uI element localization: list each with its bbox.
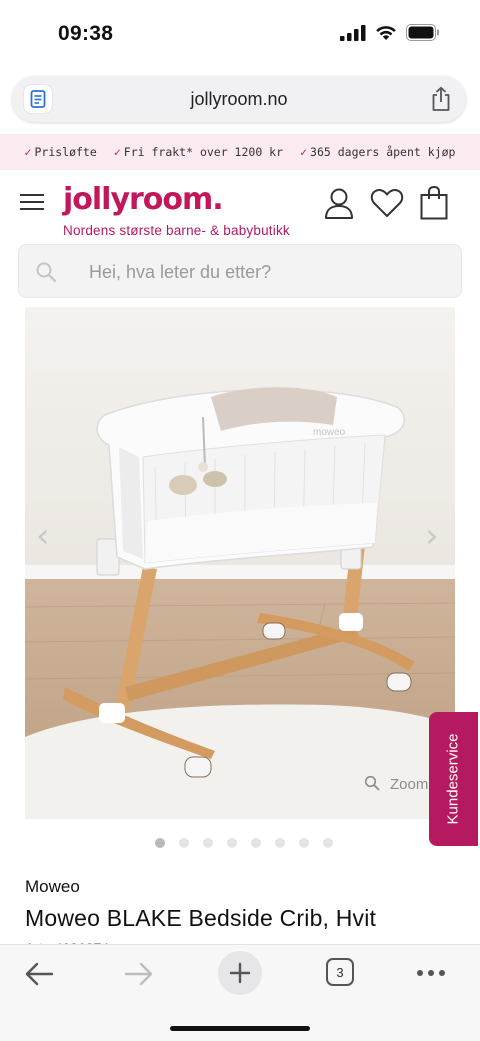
- check-icon: ✓: [24, 145, 32, 159]
- pagination-dot[interactable]: [251, 838, 261, 848]
- cellular-signal-icon: [340, 24, 366, 41]
- usp-bar: ✓ Prisløfte ✓ Fri frakt* over 1200 kr ✓ 365…: [0, 134, 480, 170]
- usp-item: ✓ Fri frakt* over 1200 kr: [114, 145, 283, 159]
- kundeservice-tab[interactable]: Kundeservice: [429, 712, 478, 846]
- product-image[interactable]: moweo: [25, 307, 455, 819]
- usp-item: ✓ Prisløfte: [25, 145, 97, 159]
- pagination-dot[interactable]: [227, 838, 237, 848]
- site-header: jollyroom. Nordens største barne- & baby…: [0, 172, 480, 242]
- wishlist-heart-icon[interactable]: [370, 188, 404, 218]
- plus-icon: [229, 962, 251, 984]
- pagination-dot[interactable]: [275, 838, 285, 848]
- pagination-dot[interactable]: [179, 838, 189, 848]
- battery-icon: [406, 24, 439, 41]
- header-actions: [324, 186, 448, 220]
- pagination-dot[interactable]: [155, 838, 165, 848]
- home-indicator: [170, 1026, 310, 1031]
- shopping-bag-icon[interactable]: [420, 186, 448, 220]
- zoom-label[interactable]: Zoom: [390, 776, 428, 793]
- zoom-icon[interactable]: [364, 775, 380, 791]
- check-icon: ✓: [113, 145, 121, 159]
- tabs-button[interactable]: 3: [326, 958, 354, 986]
- address-bar[interactable]: jollyroom.no: [12, 76, 466, 122]
- product-brand[interactable]: Moweo: [25, 877, 80, 897]
- search-input[interactable]: Hei, hva leter du etter?: [89, 262, 271, 283]
- svg-text:moweo: moweo: [313, 427, 346, 438]
- account-icon[interactable]: [324, 187, 354, 219]
- search-bar[interactable]: Hei, hva leter du etter?: [18, 244, 462, 298]
- search-icon: [36, 262, 57, 283]
- next-image-chevron-right-icon[interactable]: ›: [425, 516, 439, 556]
- new-tab-button[interactable]: [218, 951, 262, 995]
- site-tagline: Nordens største barne- & babybutikk: [63, 223, 290, 238]
- back-arrow-icon[interactable]: [24, 961, 54, 987]
- hamburger-menu-icon[interactable]: [20, 194, 44, 212]
- status-icons: [340, 24, 440, 41]
- url-text[interactable]: jollyroom.no: [12, 89, 466, 110]
- previous-image-chevron-left-icon[interactable]: ‹: [36, 516, 50, 556]
- check-icon: ✓: [300, 145, 308, 159]
- pagination-dot[interactable]: [323, 838, 333, 848]
- usp-item: ✓ 365 dagers åpent kjøp: [300, 145, 455, 159]
- kundeservice-label[interactable]: Kundeservice: [445, 734, 462, 825]
- forward-arrow-icon[interactable]: [124, 961, 154, 987]
- share-icon[interactable]: [430, 86, 452, 112]
- usp-text: 365 dagers åpent kjøp: [310, 145, 456, 159]
- usp-text: Fri frakt* over 1200 kr: [123, 145, 284, 159]
- usp-text: Prisløfte: [34, 145, 97, 159]
- product-title: Moweo BLAKE Bedside Crib, Hvit: [25, 905, 377, 931]
- image-pagination-dots: [155, 838, 333, 848]
- pagination-dot[interactable]: [203, 838, 213, 848]
- pagination-dot[interactable]: [299, 838, 309, 848]
- status-time: 09:38: [58, 22, 114, 45]
- wifi-icon: [376, 25, 396, 40]
- more-options-icon[interactable]: [416, 969, 446, 977]
- status-bar: 09:38: [0, 0, 480, 72]
- bedside-crib-illustration: moweo: [25, 307, 455, 819]
- site-logo[interactable]: jollyroom.: [63, 182, 224, 217]
